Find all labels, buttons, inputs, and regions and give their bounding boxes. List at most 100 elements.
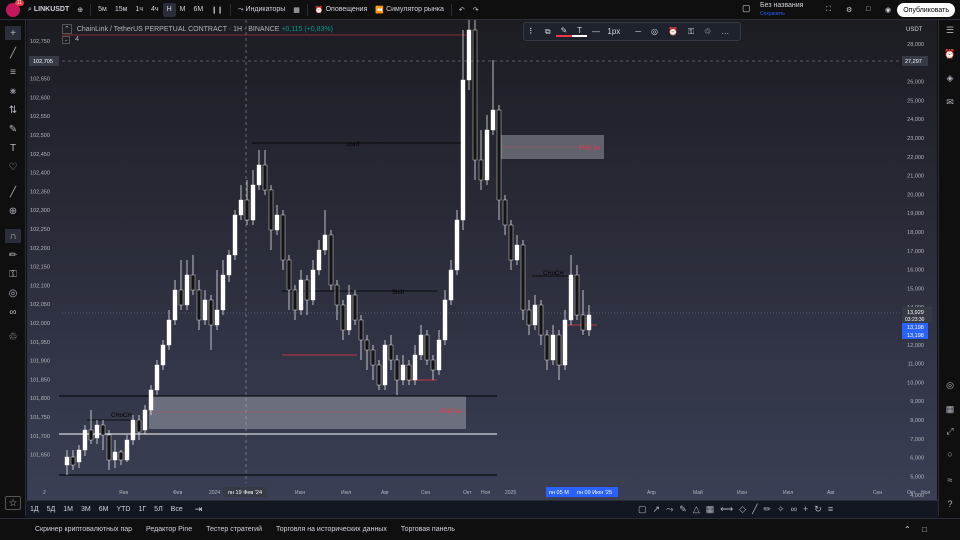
range-button-8[interactable]: 5Л	[150, 506, 167, 513]
range-button-9[interactable]: Все	[167, 506, 187, 513]
panel-tab-3[interactable]: Тестер стратегий	[199, 526, 269, 533]
candle-body	[466, 29, 472, 81]
text-icon[interactable]: T	[5, 141, 21, 155]
measure-icon[interactable]: ⟷	[720, 504, 733, 515]
redo-icon[interactable]: ↻	[814, 504, 822, 515]
alerts-button[interactable]: ⏰ Оповещения	[311, 0, 371, 20]
redo-button[interactable]: ↷	[469, 0, 483, 20]
line-color-icon[interactable]: ✎	[555, 26, 573, 37]
range-button-3[interactable]: 1М	[59, 506, 77, 513]
settings-button[interactable]: ⚙	[842, 0, 856, 20]
panel-tab-1[interactable]: Скринер криптовалютных пар	[28, 526, 139, 533]
timeframe-1-button[interactable]: 5м	[94, 0, 111, 20]
magnet-icon[interactable]: ∩	[5, 229, 21, 243]
timeframe-5-button[interactable]: Н	[162, 2, 176, 17]
expand-icon[interactable]: ⤢	[943, 424, 957, 438]
panel-tab-5[interactable]: Торговая панель	[394, 526, 462, 533]
range-button-6[interactable]: YTD	[112, 506, 134, 513]
fullscreen-button[interactable]: ⛶	[822, 0, 835, 20]
panel-tab-4[interactable]: Торговля на исторических данных	[269, 526, 394, 533]
trendline-icon[interactable]: ╱	[5, 46, 21, 60]
triangle-icon[interactable]: △	[693, 504, 700, 515]
watchlist-icon[interactable]: ☰	[943, 23, 957, 37]
publish-button[interactable]: Опубликовать	[897, 3, 955, 17]
rectangle-icon[interactable]: ▢	[638, 504, 647, 515]
range-button-4[interactable]: 3М	[77, 506, 95, 513]
trash-icon[interactable]: ♲	[699, 27, 716, 36]
layers-icon[interactable]: ◈	[943, 71, 957, 85]
help-icon[interactable]: ?	[943, 497, 957, 511]
drag-handle-icon[interactable]: ⠇	[524, 27, 540, 36]
left-axis-tick: 101,900	[30, 359, 50, 365]
range-button-5[interactable]: 6М	[95, 506, 113, 513]
legend-toggle-icon[interactable]: ⌄	[62, 36, 71, 44]
timeframe-7-button[interactable]: 6М	[189, 0, 207, 20]
chart-canvas[interactable]: 102,750102,700102,650102,600102,550102,5…	[27, 20, 937, 500]
brush-icon[interactable]: ✎	[5, 122, 21, 136]
layout-name[interactable]: ▢ Без названия Сохранить	[742, 2, 803, 18]
heart-icon[interactable]: ♡	[5, 160, 21, 174]
timeframe-6-button[interactable]: М	[176, 0, 190, 20]
line-style-icon[interactable]: ─	[630, 27, 646, 36]
align-icon[interactable]: ≡	[828, 504, 833, 515]
path-icon[interactable]: ⤳	[666, 504, 673, 515]
candle-type-button[interactable]: ❙❙	[207, 0, 227, 20]
timeframe-2-button[interactable]: 15м	[111, 0, 132, 20]
maximize-icon[interactable]: □	[922, 525, 927, 534]
chart-pane[interactable]: 102,750102,700102,650102,600102,550102,5…	[27, 20, 937, 500]
timeframe-3-button[interactable]: 1ч	[131, 0, 147, 20]
projection-icon[interactable]: ⇅	[5, 103, 21, 117]
ideas-icon[interactable]: ○	[943, 447, 957, 461]
candle-body	[178, 289, 184, 306]
rss-icon[interactable]: ≈	[943, 473, 957, 487]
link-icon[interactable]: ∞	[5, 305, 21, 319]
collapse-icon[interactable]: ⌃	[904, 525, 911, 534]
ruler-icon[interactable]: ╱	[5, 185, 21, 199]
line-width-button[interactable]: — 1px	[587, 27, 630, 36]
panel-tab-2[interactable]: Редактор Pine	[139, 526, 199, 533]
range-button-7[interactable]: 1Г	[134, 506, 150, 513]
star-icon[interactable]: ☆	[5, 496, 21, 510]
range-button-2[interactable]: 5Д	[43, 506, 60, 513]
arrow-icon[interactable]: ↗	[653, 504, 661, 515]
user-avatar[interactable]: 11	[6, 0, 24, 17]
indicators-button[interactable]: ⤳ Индикаторы	[234, 0, 289, 20]
crosshair-icon[interactable]: +	[5, 26, 21, 40]
connect-icon[interactable]: ∞	[791, 504, 797, 515]
lock-icon[interactable]: ⚿	[683, 27, 699, 37]
lock-icon[interactable]: ⚿	[5, 267, 21, 281]
tag-icon[interactable]: ◇	[739, 504, 746, 515]
templates-button[interactable]: ▦	[289, 0, 304, 20]
replay-button[interactable]: ⏪ Симулятор рынка	[371, 0, 448, 20]
legend-collapse-icon[interactable]: ⌃	[62, 24, 72, 34]
range-button-1[interactable]: 1Д	[26, 506, 43, 513]
pen-icon[interactable]: ✏	[764, 504, 772, 515]
stay-drawing-icon[interactable]: ✏	[5, 248, 21, 262]
visibility-icon[interactable]: ◎	[646, 27, 663, 36]
text-color-icon[interactable]: T	[572, 26, 588, 37]
magic-icon[interactable]: ✧	[777, 504, 785, 515]
eye-icon[interactable]: ◎	[5, 286, 21, 300]
plus-icon[interactable]: +	[803, 504, 808, 515]
calendar-icon[interactable]: ▦	[943, 402, 957, 416]
fib-icon[interactable]: ≡	[5, 65, 21, 79]
timeframe-4-button[interactable]: 4ч	[147, 0, 163, 20]
brush-icon[interactable]: ✎	[679, 504, 687, 515]
zoom-in-icon[interactable]: ⊕	[5, 204, 21, 218]
more-icon[interactable]: …	[716, 27, 734, 36]
date-range-icon[interactable]: ⇥	[195, 504, 203, 515]
snapshot-button[interactable]: ◉	[881, 0, 895, 20]
undo-button[interactable]: ↶	[455, 0, 469, 20]
alert-add-icon[interactable]: ⏰	[663, 27, 683, 36]
frame-icon[interactable]: ▦	[706, 504, 715, 515]
chat-icon[interactable]: ✉	[943, 95, 957, 109]
ray-icon[interactable]: ╱	[752, 504, 757, 515]
alerts-icon[interactable]: ⏰	[943, 47, 957, 61]
target-icon[interactable]: ◎	[943, 378, 957, 392]
fullscreen-mode-button[interactable]: □	[862, 0, 874, 20]
add-symbol-button[interactable]: ⊕	[73, 0, 87, 20]
symbol-search[interactable]: ⌕ LINKUSDT	[24, 0, 73, 20]
pattern-icon[interactable]: ⨳	[5, 84, 21, 98]
trash-icon[interactable]: ♲	[5, 330, 21, 344]
templates-icon[interactable]: ⧉	[540, 27, 556, 37]
